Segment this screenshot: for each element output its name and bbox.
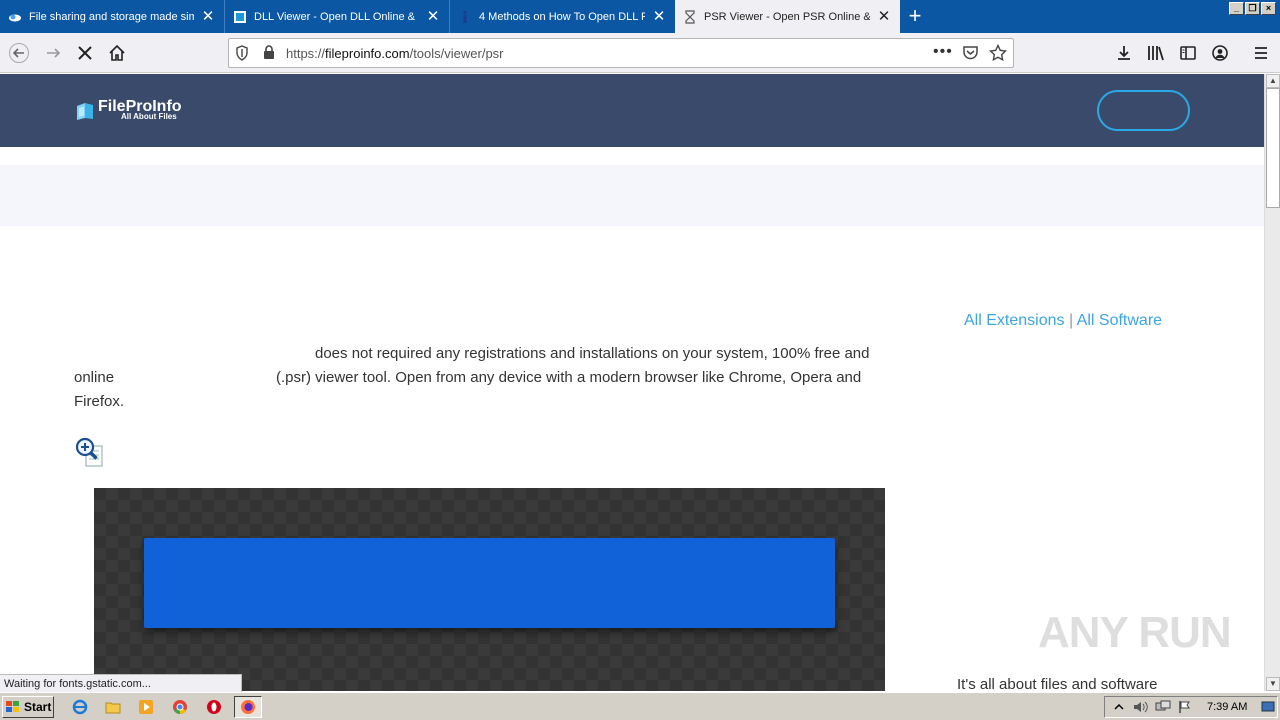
info-favicon-icon [458,10,472,24]
internet-explorer-icon[interactable] [71,698,89,716]
home-button[interactable] [103,39,131,67]
cloud-favicon-icon [8,10,22,24]
close-window-icon[interactable]: × [1261,2,1276,15]
close-tab-icon[interactable]: ✕ [425,9,441,25]
start-label: Start [24,700,52,714]
all-software-link[interactable]: All Software [1077,312,1162,329]
restore-window-icon[interactable]: ❐ [1245,2,1260,15]
volume-icon[interactable] [1133,699,1149,715]
extension-links: All Extensions | All Software [964,312,1162,330]
footer-tagline: It's all about files and software [957,676,1158,691]
lock-icon[interactable] [263,45,275,63]
description-line-2: online (.psr) viewer tool. Open from any … [74,366,894,390]
page-viewport: FileProInfo All About Files All Extensio… [0,74,1264,691]
tab-title: 4 Methods on How To Open DLL Fi [479,10,645,23]
scroll-down-icon[interactable]: ▼ [1266,677,1280,691]
fileproinfo-logo[interactable]: FileProInfo All About Files [75,99,182,121]
file-upload-area[interactable] [94,488,885,691]
upload-file-button[interactable] [144,538,835,628]
file-explorer-icon[interactable] [104,698,122,716]
system-tray: 7:39 AM [1104,696,1278,718]
ad-banner-strip [0,165,1264,226]
logo-tagline: All About Files [121,112,177,121]
pocket-icon[interactable] [962,45,979,64]
new-tab-button[interactable]: + [902,4,928,30]
tracking-shield-icon[interactable] [235,45,249,64]
scroll-up-icon[interactable]: ▲ [1266,74,1280,88]
sidebar-icon [1180,46,1196,60]
description-line-2b: (.psr) viewer tool. Open from any device… [276,369,862,386]
close-tab-icon[interactable]: ✕ [200,9,216,25]
show-desktop-icon[interactable] [1261,701,1275,713]
description-line-1: does not required any registrations and … [315,345,870,362]
forward-button[interactable] [39,39,67,67]
library-button[interactable] [1142,39,1170,67]
tab-title: PSR Viewer - Open PSR Online & F [704,10,870,23]
network-icon[interactable] [1155,699,1171,715]
loading-hourglass-icon [683,9,697,24]
tab-title: File sharing and storage made sim [29,10,194,23]
url-path: /tools/viewer/psr [409,46,504,61]
windows-flag-icon [6,701,19,712]
link-separator: | [1068,312,1074,329]
url-prefix: https:// [286,46,326,61]
bookmark-star-icon[interactable] [988,43,1008,65]
tab-psr-viewer[interactable]: PSR Viewer - Open PSR Online & F ✕ [675,0,900,33]
back-arrow-icon [9,43,29,63]
download-icon [1118,46,1130,60]
header-action-button[interactable] [1097,90,1190,131]
stop-x-icon [78,46,92,60]
chrome-icon[interactable] [171,698,189,716]
description-line-2a: online [74,369,115,386]
site-header: FileProInfo All About Files [0,74,1264,147]
tab-open-dll-methods[interactable]: 4 Methods on How To Open DLL Fi ✕ [450,0,675,33]
menu-button[interactable] [1247,39,1275,67]
action-center-flag-icon[interactable] [1177,699,1193,715]
magnifier-zoom-icon [75,437,103,467]
back-button[interactable] [5,39,33,67]
vertical-scrollbar[interactable]: ▲ ▼ [1264,74,1280,691]
page-actions-menu-icon[interactable]: ••• [933,43,953,61]
downloads-button[interactable] [1110,39,1138,67]
hamburger-menu-icon [1255,47,1267,59]
browser-toolbar: https://fileproinfo.com/tools/viewer/psr… [0,33,1280,73]
tab-file-sharing[interactable]: File sharing and storage made sim ✕ [0,0,225,33]
tab-title: DLL Viewer - Open DLL Online & Fr [254,10,419,23]
url-text[interactable]: https://fileproinfo.com/tools/viewer/psr [286,46,504,61]
fileproinfo-favicon-icon [233,10,247,24]
home-icon [109,44,125,61]
media-player-icon[interactable] [137,698,155,716]
logo-mark-icon [77,102,93,120]
anyrun-watermark: ANY RUN [1038,608,1232,657]
scroll-thumb[interactable] [1266,88,1280,208]
start-button[interactable]: Start [2,696,54,718]
firefox-taskbar-button[interactable] [234,696,262,718]
browser-tab-strip: File sharing and storage made sim ✕ DLL … [0,0,1280,33]
show-hidden-icons-icon[interactable] [1111,699,1127,715]
address-bar[interactable]: https://fileproinfo.com/tools/viewer/psr… [228,38,1014,68]
minimize-window-icon[interactable]: _ [1229,2,1244,15]
forward-arrow-icon [47,48,61,58]
library-icon [1148,46,1164,61]
all-extensions-link[interactable]: All Extensions [964,312,1065,329]
taskbar-clock[interactable]: 7:39 AM [1207,701,1247,713]
firefox-icon [241,700,255,714]
sidebar-button[interactable] [1174,39,1202,67]
close-tab-icon[interactable]: ✕ [876,9,892,25]
account-button[interactable] [1206,39,1234,67]
window-controls: _ ❐ × [1229,2,1276,15]
stop-loading-button[interactable] [71,39,99,67]
windows-taskbar: Start 7:39 AM [0,692,1280,720]
account-icon [1212,45,1228,61]
status-bar: Waiting for fonts.gstatic.com... [0,674,242,693]
description-line-3: Firefox. [74,393,125,410]
tool-description: does not required any registrations and … [74,342,894,414]
tab-dll-viewer[interactable]: DLL Viewer - Open DLL Online & Fr ✕ [225,0,450,33]
close-tab-icon[interactable]: ✕ [651,9,667,25]
url-domain: fileproinfo.com [325,46,410,61]
opera-icon[interactable] [205,698,223,716]
